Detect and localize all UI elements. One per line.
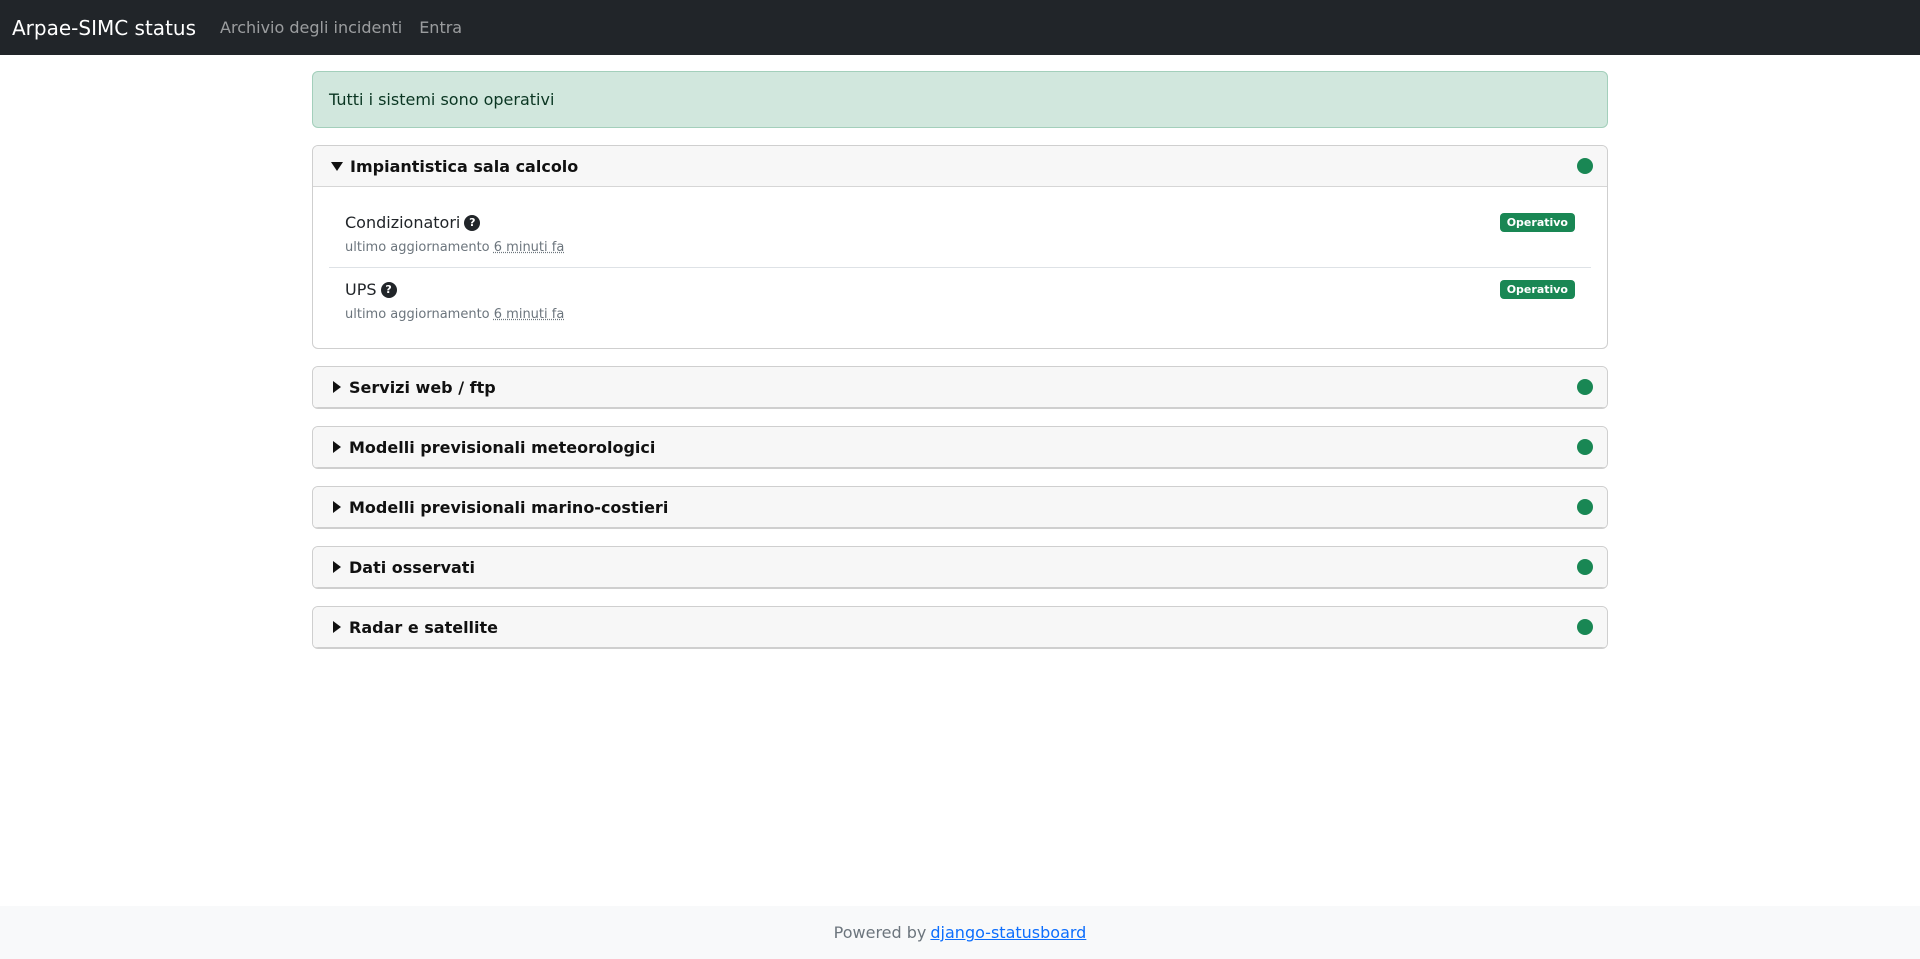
group-header-impiantistica[interactable]: Impiantistica sala calcolo bbox=[313, 146, 1607, 187]
nav-link-login[interactable]: Entra bbox=[419, 18, 462, 37]
brand-link[interactable]: Arpae-SIMC status bbox=[12, 16, 196, 40]
status-dot-icon bbox=[1577, 158, 1593, 174]
footer-link-django-statusboard[interactable]: django-statusboard bbox=[930, 923, 1086, 942]
caret-right-icon bbox=[333, 621, 341, 633]
group-title: Modelli previsionali marino-costieri bbox=[349, 497, 669, 517]
status-alert: Tutti i sistemi sono operativi bbox=[312, 71, 1608, 128]
caret-right-icon bbox=[333, 381, 341, 393]
service-item-ups: UPS ? ultimo aggiornamento 6 minuti fa O… bbox=[329, 267, 1591, 334]
group-header-radar-satellite[interactable]: Radar e satellite bbox=[313, 607, 1607, 648]
status-badge: Operativo bbox=[1499, 280, 1575, 299]
last-update-label: ultimo aggiornamento bbox=[345, 307, 490, 322]
service-name-row: UPS ? bbox=[345, 280, 1575, 299]
caret-right-icon bbox=[333, 441, 341, 453]
service-name-row: Condizionatori ? bbox=[345, 213, 1575, 232]
group-title: Impiantistica sala calcolo bbox=[350, 156, 579, 176]
service-group-dati-osservati: Dati osservati bbox=[312, 546, 1608, 589]
group-title: Servizi web / ftp bbox=[349, 377, 496, 397]
group-body: Condizionatori ? ultimo aggiornamento 6 … bbox=[313, 187, 1607, 348]
service-group-impiantistica: Impiantistica sala calcolo Condizionator… bbox=[312, 145, 1608, 349]
status-dot-icon bbox=[1577, 619, 1593, 635]
service-group-modelli-marino: Modelli previsionali marino-costieri bbox=[312, 486, 1608, 529]
main-container: Tutti i sistemi sono operativi Impiantis… bbox=[312, 71, 1608, 666]
last-update-label: ultimo aggiornamento bbox=[345, 240, 490, 255]
group-header-dati-osservati[interactable]: Dati osservati bbox=[313, 547, 1607, 588]
status-dot-icon bbox=[1577, 439, 1593, 455]
service-group-servizi-web: Servizi web / ftp bbox=[312, 366, 1608, 409]
group-title: Dati osservati bbox=[349, 557, 475, 577]
caret-down-icon bbox=[331, 161, 343, 171]
status-badge: Operativo bbox=[1499, 213, 1575, 232]
group-title: Modelli previsionali meteorologici bbox=[349, 437, 656, 457]
group-header-servizi-web[interactable]: Servizi web / ftp bbox=[313, 367, 1607, 408]
page-footer: Powered by django-statusboard bbox=[0, 906, 1920, 959]
group-header-modelli-meteo[interactable]: Modelli previsionali meteorologici bbox=[313, 427, 1607, 468]
caret-right-icon bbox=[333, 501, 341, 513]
question-circle-icon[interactable]: ? bbox=[380, 281, 397, 298]
service-last-update: ultimo aggiornamento 6 minuti fa bbox=[345, 240, 1575, 255]
group-title: Radar e satellite bbox=[349, 617, 499, 637]
status-dot-icon bbox=[1577, 379, 1593, 395]
service-group-modelli-meteo: Modelli previsionali meteorologici bbox=[312, 426, 1608, 469]
footer-prefix: Powered by bbox=[833, 923, 927, 942]
status-dot-icon bbox=[1577, 499, 1593, 515]
last-update-time: 6 minuti fa bbox=[493, 307, 565, 322]
service-name: UPS bbox=[345, 280, 377, 299]
last-update-time: 6 minuti fa bbox=[493, 240, 565, 255]
service-last-update: ultimo aggiornamento 6 minuti fa bbox=[345, 307, 1575, 322]
top-navbar: Arpae-SIMC status Archivio degli inciden… bbox=[0, 0, 1920, 55]
question-circle-icon[interactable]: ? bbox=[464, 214, 481, 231]
group-header-modelli-marino[interactable]: Modelli previsionali marino-costieri bbox=[313, 487, 1607, 528]
service-group-radar-satellite: Radar e satellite bbox=[312, 606, 1608, 649]
service-item-condizionatori: Condizionatori ? ultimo aggiornamento 6 … bbox=[329, 201, 1591, 267]
status-dot-icon bbox=[1577, 559, 1593, 575]
service-name: Condizionatori bbox=[345, 213, 461, 232]
caret-right-icon bbox=[333, 561, 341, 573]
nav-link-incident-archive[interactable]: Archivio degli incidenti bbox=[220, 18, 402, 37]
